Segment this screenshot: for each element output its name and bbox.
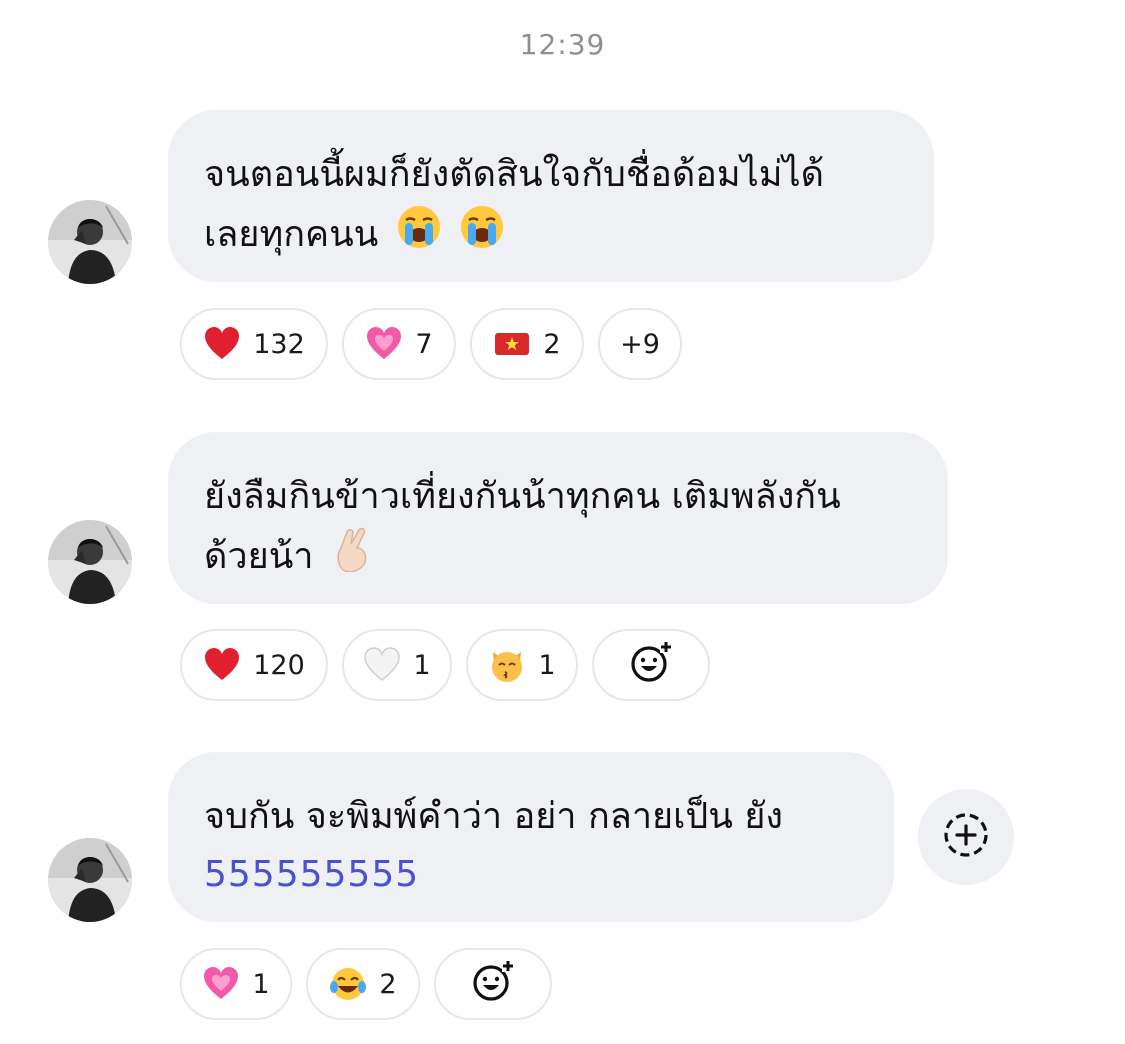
reaction-count: 7 xyxy=(415,328,433,360)
sender-avatar[interactable] xyxy=(48,838,132,922)
sender-avatar[interactable] xyxy=(48,520,132,604)
reaction-red-heart[interactable]: 132 xyxy=(180,308,328,380)
reaction-count: 1 xyxy=(252,968,270,1000)
message-bubble[interactable]: ยังลืมกินข้าวเที่ยงกันน้าทุกคน เติมพลังก… xyxy=(168,432,948,604)
tears-of-joy-icon xyxy=(329,965,367,1003)
message-text-line-2: เลยทุกคนน xyxy=(204,204,898,268)
message-text-line-1: ยังลืมกินข้าวเที่ยงกันน้าทุกคน เติมพลังก… xyxy=(204,476,841,517)
white-heart-icon xyxy=(363,646,401,684)
loudly-crying-face-icon xyxy=(396,204,442,268)
reaction-growing-heart[interactable]: 1 xyxy=(180,948,292,1020)
message-text: เลยทุกคนน xyxy=(204,214,379,255)
loudly-crying-face-icon xyxy=(459,204,505,268)
message-bubble[interactable]: จนตอนนี้ผมก็ยังตัดสินใจกับชื่อด้อมไม่ได้… xyxy=(168,110,934,282)
crossed-fingers-icon xyxy=(331,526,375,590)
reaction-count: 1 xyxy=(413,649,431,681)
reaction-vietnam-flag[interactable]: 2 xyxy=(470,308,584,380)
reaction-white-heart[interactable]: 1 xyxy=(342,629,452,701)
message-link[interactable]: 555555555 xyxy=(204,846,858,904)
message-text: ด้วยน้า xyxy=(204,536,314,577)
vietnam-flag-icon xyxy=(493,325,531,363)
kissing-cat-icon xyxy=(488,646,526,684)
reaction-count: 120 xyxy=(253,649,305,681)
message-text-line-1: จบกัน จะพิมพ์คำว่า อย่า กลายเป็น ยัง xyxy=(204,796,784,837)
reaction-count: 2 xyxy=(543,328,561,360)
growing-heart-icon xyxy=(202,965,240,1003)
reaction-count: 2 xyxy=(379,968,397,1000)
add-reaction-icon xyxy=(629,640,673,691)
growing-heart-icon xyxy=(365,325,403,363)
reaction-tears-of-joy[interactable]: 2 xyxy=(306,948,420,1020)
reaction-kissing-cat[interactable]: 1 xyxy=(466,629,578,701)
add-reaction-circle-button[interactable] xyxy=(918,789,1014,885)
message-bubble[interactable]: จบกัน จะพิมพ์คำว่า อย่า กลายเป็น ยัง 555… xyxy=(168,752,894,922)
add-reaction-icon xyxy=(471,959,515,1010)
add-reaction-dashed-icon xyxy=(942,811,990,863)
message-text-line-1: จนตอนนี้ผมก็ยังตัดสินใจกับชื่อด้อมไม่ได้ xyxy=(204,154,824,195)
reaction-growing-heart[interactable]: 7 xyxy=(342,308,456,380)
sender-avatar[interactable] xyxy=(48,200,132,284)
red-heart-icon xyxy=(203,646,241,684)
more-reactions-button[interactable]: +9 xyxy=(598,308,682,380)
reaction-count: 132 xyxy=(253,328,305,360)
reaction-red-heart[interactable]: 120 xyxy=(180,629,328,701)
red-heart-icon xyxy=(203,325,241,363)
more-reactions-label: +9 xyxy=(620,328,660,360)
add-reaction-button[interactable] xyxy=(592,629,710,701)
message-text-line-2: ด้วยน้า xyxy=(204,526,912,590)
reaction-count: 1 xyxy=(538,649,556,681)
add-reaction-button[interactable] xyxy=(434,948,552,1020)
message-timestamp: 12:39 xyxy=(519,28,606,61)
